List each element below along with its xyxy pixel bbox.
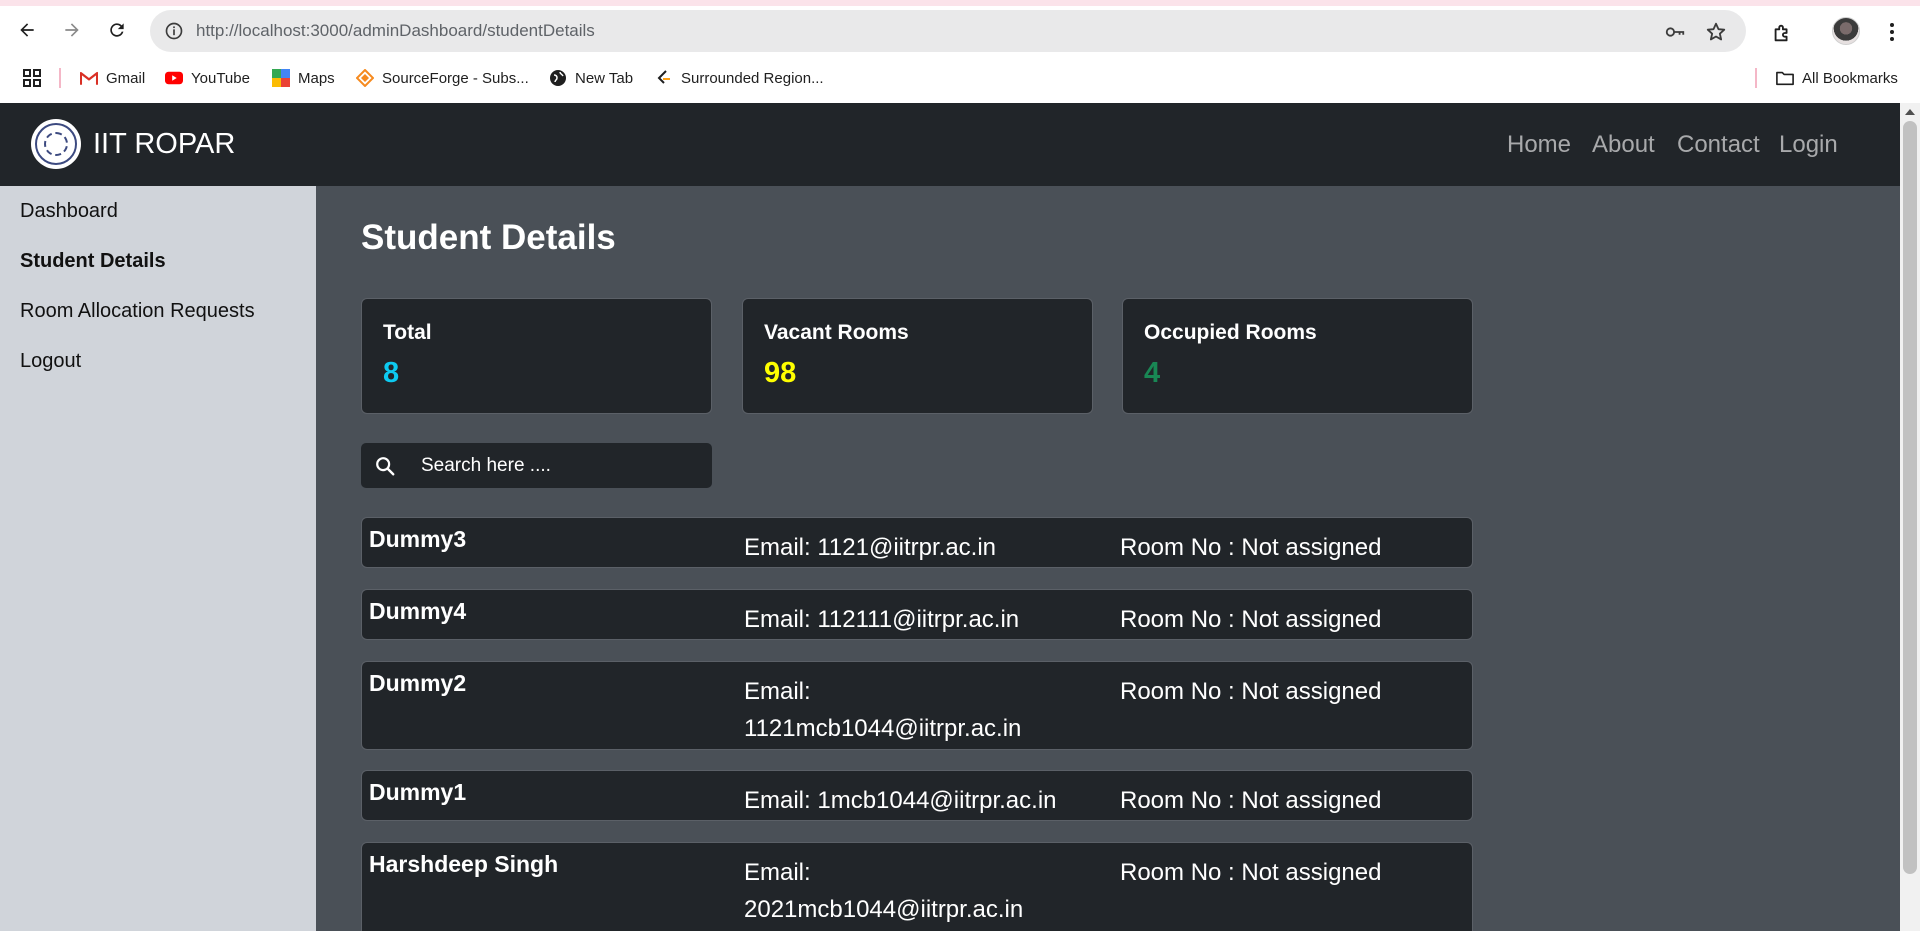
address-bar[interactable]: http://localhost:3000/adminDashboard/stu… xyxy=(150,10,1746,52)
browser-menu-icon[interactable] xyxy=(1880,18,1904,46)
student-row[interactable]: Dummy4 Email: 112111@iitrpr.ac.in Room N… xyxy=(361,589,1473,640)
student-room: Room No : Not assigned xyxy=(1120,606,1382,633)
browser-chrome: http://localhost:3000/adminDashboard/stu… xyxy=(0,0,1920,103)
student-name: Harshdeep Singh xyxy=(369,851,559,877)
stat-label: Occupied Rooms xyxy=(1144,321,1317,344)
url-text: http://localhost:3000/adminDashboard/stu… xyxy=(196,21,595,40)
student-room: Room No : Not assigned xyxy=(1120,678,1382,705)
student-email: Email: 1mcb1044@iitrpr.ac.in xyxy=(744,787,1057,814)
scroll-up-arrow-icon[interactable] xyxy=(1905,109,1915,115)
reload-icon[interactable] xyxy=(101,14,133,46)
star-icon[interactable] xyxy=(1703,19,1729,45)
maps-icon xyxy=(272,69,290,87)
search-input[interactable] xyxy=(421,443,701,488)
search-box xyxy=(361,443,712,488)
search-icon xyxy=(373,454,397,478)
sidebar-item-logout[interactable]: Logout xyxy=(20,350,81,373)
sidebar-item-room-allocation-requests[interactable]: Room Allocation Requests xyxy=(20,300,255,323)
bookmarks-bar: Gmail YouTube Maps SourceForge - Subs...… xyxy=(0,62,1920,94)
folder-icon xyxy=(1776,69,1794,87)
student-room: Room No : Not assigned xyxy=(1120,859,1382,886)
gmail-icon xyxy=(80,69,98,87)
student-email: Email: 2021mcb1044@iitrpr.ac.in xyxy=(744,859,1024,923)
stat-value: 4 xyxy=(1144,357,1161,389)
student-name: Dummy1 xyxy=(369,779,467,805)
stat-card-occupied-rooms: Occupied Rooms 4 xyxy=(1122,298,1473,414)
back-icon[interactable] xyxy=(11,14,43,46)
tab-strip xyxy=(0,0,1920,6)
extensions-icon[interactable] xyxy=(1768,19,1796,47)
bookmarks-separator-right xyxy=(1755,68,1757,88)
bookmark-gmail[interactable]: Gmail xyxy=(80,62,145,94)
apps-grid-icon[interactable] xyxy=(22,62,42,94)
top-navbar: IIT ROPAR Home About Contact Login xyxy=(0,103,1900,186)
scrollbar-thumb[interactable] xyxy=(1903,121,1917,874)
leetcode-icon xyxy=(655,69,673,87)
bookmark-leetcode[interactable]: Surrounded Region... xyxy=(655,62,824,94)
nav-home[interactable]: Home xyxy=(1507,103,1571,186)
student-name: Dummy2 xyxy=(369,670,467,696)
all-bookmarks[interactable]: All Bookmarks xyxy=(1776,62,1898,94)
page-title: Student Details xyxy=(361,218,616,257)
bookmark-maps[interactable]: Maps xyxy=(272,62,335,94)
student-room: Room No : Not assigned xyxy=(1120,787,1382,814)
bookmark-sourceforge[interactable]: SourceForge - Subs... xyxy=(356,62,529,94)
sourceforge-icon xyxy=(356,69,374,87)
logo-seal xyxy=(35,123,77,165)
nav-about[interactable]: About xyxy=(1592,103,1655,186)
student-email: Email: 1121mcb1044@iitrpr.ac.in xyxy=(744,678,1022,742)
stat-card-total: Total 8 xyxy=(361,298,712,414)
brand-name[interactable]: IIT ROPAR xyxy=(93,103,235,186)
stat-label: Vacant Rooms xyxy=(764,321,909,344)
student-row[interactable]: Harshdeep Singh Email: 2021mcb1044@iitrp… xyxy=(361,842,1473,931)
stat-value: 98 xyxy=(764,357,797,389)
iit-ropar-logo[interactable] xyxy=(31,119,81,169)
nav-contact[interactable]: Contact xyxy=(1677,103,1760,186)
youtube-icon xyxy=(165,69,183,87)
site-info-icon[interactable] xyxy=(162,19,186,43)
browser-toolbar: http://localhost:3000/adminDashboard/stu… xyxy=(0,10,1920,52)
student-row[interactable]: Dummy1 Email: 1mcb1044@iitrpr.ac.in Room… xyxy=(361,770,1473,821)
sidebar: Dashboard Student Details Room Allocatio… xyxy=(0,186,316,931)
key-icon[interactable] xyxy=(1662,19,1688,45)
forward-icon[interactable] xyxy=(56,14,88,46)
student-email: Email: 1121@iitrpr.ac.in xyxy=(744,534,997,561)
stat-value: 8 xyxy=(383,357,400,389)
stat-label: Total xyxy=(383,321,432,344)
nav-login[interactable]: Login xyxy=(1779,103,1838,186)
sidebar-item-dashboard[interactable]: Dashboard xyxy=(20,200,118,223)
bookmark-new-tab[interactable]: New Tab xyxy=(549,62,633,94)
student-room: Room No : Not assigned xyxy=(1120,534,1382,561)
main-content: Student Details Total 8 Vacant Rooms 98 … xyxy=(316,186,1900,931)
bookmark-youtube[interactable]: YouTube xyxy=(165,62,250,94)
globe-icon xyxy=(549,69,567,87)
stat-card-vacant-rooms: Vacant Rooms 98 xyxy=(742,298,1093,414)
student-email: Email: 112111@iitrpr.ac.in xyxy=(744,606,1020,633)
student-name: Dummy3 xyxy=(369,526,467,552)
sidebar-item-student-details[interactable]: Student Details xyxy=(20,250,166,273)
student-name: Dummy4 xyxy=(369,598,467,624)
student-row[interactable]: Dummy3 Email: 1121@iitrpr.ac.in Room No … xyxy=(361,517,1473,568)
profile-avatar[interactable] xyxy=(1832,17,1860,45)
bookmarks-separator xyxy=(59,68,61,88)
student-row[interactable]: Dummy2 Email: 1121mcb1044@iitrpr.ac.in R… xyxy=(361,661,1473,750)
page-scrollbar[interactable] xyxy=(1900,103,1920,931)
